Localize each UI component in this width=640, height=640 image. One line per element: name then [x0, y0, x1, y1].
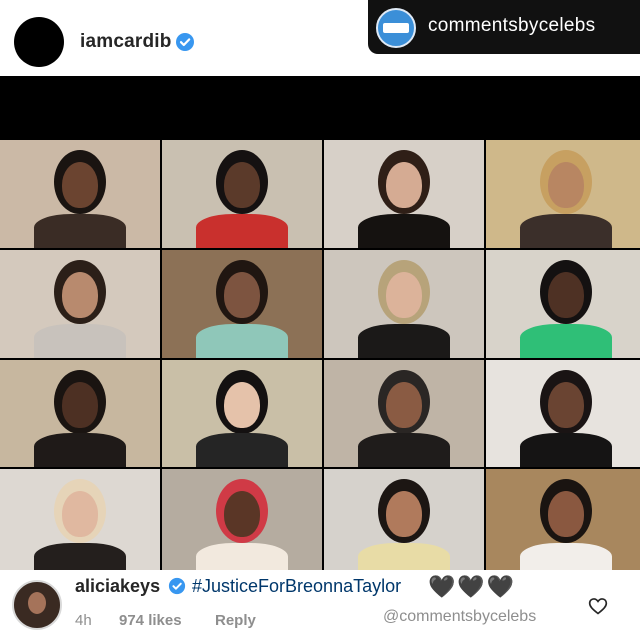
participant-shoulders: [196, 323, 288, 358]
participant-face: [224, 381, 260, 428]
reply-button[interactable]: Reply: [215, 612, 256, 629]
participant-face: [386, 381, 422, 428]
participant-tile: [162, 469, 322, 577]
post-username[interactable]: iamcardib: [80, 31, 172, 53]
participant-tile: [0, 140, 160, 248]
participant-tile: [486, 249, 640, 358]
watermark-badge: commentsbycelebs: [368, 0, 640, 54]
participant-tile: [162, 140, 322, 248]
participant-shoulders: [34, 433, 126, 468]
participant-face: [62, 381, 98, 428]
participant-tile: [486, 359, 640, 468]
participant-shoulders: [358, 433, 450, 468]
comment-likes[interactable]: 974 likes: [119, 612, 182, 629]
participant-tile: [324, 469, 484, 577]
participant-face: [548, 491, 584, 538]
comment-time: 4h: [75, 612, 92, 629]
participant-face: [386, 491, 422, 538]
participant-tile: [486, 140, 640, 248]
participant-tile: [486, 469, 640, 577]
participant-face: [224, 162, 260, 208]
participant-shoulders: [196, 213, 288, 248]
participant-face: [548, 271, 584, 318]
participant-face: [548, 381, 584, 428]
participant-shoulders: [34, 213, 126, 248]
participant-shoulders: [358, 213, 450, 248]
video-call-grid: [0, 140, 640, 577]
heart-outline-icon[interactable]: [588, 596, 608, 616]
participant-face: [224, 271, 260, 318]
video-player[interactable]: [0, 76, 640, 577]
participant-tile: [0, 249, 160, 358]
participant-shoulders: [520, 213, 612, 248]
verified-badge-icon: [168, 577, 186, 595]
participant-shoulders: [196, 433, 288, 468]
participant-face: [224, 491, 260, 538]
participant-face: [548, 162, 584, 208]
participant-shoulders: [520, 433, 612, 468]
avatar[interactable]: [14, 17, 64, 67]
participant-tile: [162, 359, 322, 468]
watermark-text: commentsbycelebs: [428, 15, 596, 36]
participant-tile: [324, 249, 484, 358]
participant-face: [386, 271, 422, 318]
participant-tile: [162, 249, 322, 358]
participant-shoulders: [520, 323, 612, 358]
participant-shoulders: [34, 323, 126, 358]
comment-bar: aliciakeys #JusticeForBreonnaTaylor 🖤🖤🖤 …: [0, 570, 640, 640]
participant-face: [62, 491, 98, 538]
commentsbycelebs-logo-icon: [376, 8, 416, 48]
participant-face: [62, 271, 98, 318]
verified-badge-icon: [176, 33, 194, 51]
participant-tile: [0, 469, 160, 577]
comment-watermark: @commentsbycelebs: [383, 608, 537, 625]
participant-face: [386, 162, 422, 208]
participant-tile: [324, 140, 484, 248]
participant-tile: [324, 359, 484, 468]
participant-shoulders: [358, 323, 450, 358]
black-hearts-emoji: 🖤🖤🖤: [428, 574, 517, 599]
participant-face: [62, 162, 98, 208]
participant-tile: [0, 359, 160, 468]
commenter-avatar[interactable]: [12, 580, 62, 630]
comment-username[interactable]: aliciakeys: [75, 576, 160, 597]
comment-hashtag[interactable]: #JusticeForBreonnaTaylor: [192, 576, 401, 597]
